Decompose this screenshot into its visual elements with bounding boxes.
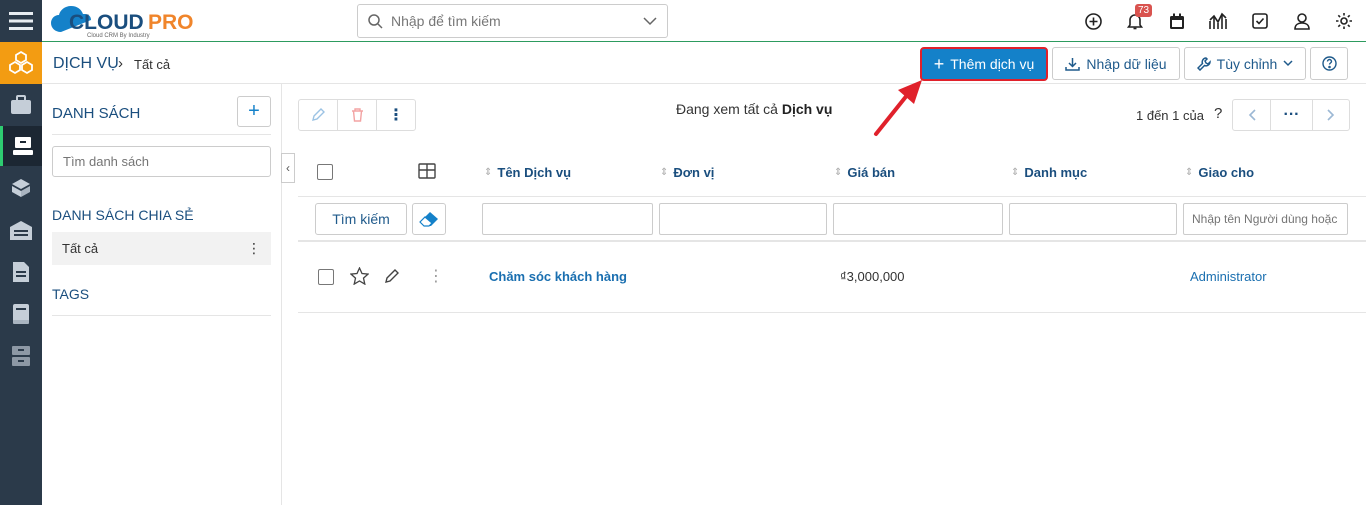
mass-action-group: ⋮	[298, 99, 416, 131]
notification-badge: 73	[1135, 4, 1153, 17]
user-icon[interactable]	[1292, 11, 1312, 31]
viewing-module: Dịch vụ	[781, 101, 833, 117]
sort-icon: ⇕	[1011, 167, 1020, 178]
annotation-arrow-icon	[874, 80, 922, 136]
breadcrumb-filter: Tất cả	[134, 57, 171, 72]
cloudpro-logo[interactable]: CLOUD PRO Cloud CRM By Industry	[47, 2, 207, 40]
add-service-label: Thêm dịch vụ	[950, 56, 1035, 72]
sort-icon: ⇕	[1185, 167, 1194, 178]
sort-icon: ⇕	[834, 167, 843, 178]
star-icon[interactable]	[350, 267, 369, 285]
column-header-category[interactable]: ⇕ Danh mục	[1011, 165, 1087, 180]
list-panel-title: DANH SÁCH	[52, 105, 141, 122]
breadcrumb-module[interactable]: DỊCH VỤ	[53, 55, 119, 73]
column-layout-icon[interactable]	[418, 163, 436, 179]
viewing-prefix: Đang xem tất cả	[676, 101, 778, 117]
sort-icon: ⇕	[660, 167, 669, 178]
column-header-price[interactable]: ⇕ Giá bán	[834, 165, 895, 180]
gear-icon[interactable]	[1334, 11, 1354, 31]
shared-lists-title: DANH SÁCH CHIA SẺ	[52, 207, 194, 223]
product-box-icon[interactable]	[0, 126, 42, 166]
import-button[interactable]: Nhập dữ liệu	[1052, 47, 1180, 80]
svg-text:PRO: PRO	[148, 11, 194, 34]
boxes-icon[interactable]	[0, 167, 42, 207]
search-icon	[368, 13, 383, 29]
tags-title: TAGS	[52, 286, 90, 302]
add-list-button[interactable]: +	[237, 96, 271, 127]
top-header: CLOUD PRO Cloud CRM By Industry 73	[42, 0, 1366, 42]
filter-name-input[interactable]	[482, 203, 653, 235]
column-header-assignee[interactable]: ⇕ Giao cho	[1185, 165, 1254, 180]
assignee-link[interactable]: Administrator	[1190, 269, 1267, 284]
page-jump-button[interactable]: ···	[1271, 100, 1313, 130]
divider	[52, 315, 271, 316]
document-icon[interactable]	[0, 252, 42, 292]
list-item-all[interactable]: Tất cả ⋮	[52, 232, 271, 265]
edit-pencil-icon[interactable]	[299, 100, 338, 130]
filter-price-input[interactable]	[833, 203, 1003, 235]
customize-dropdown[interactable]: Tùy chỉnh	[1184, 47, 1306, 80]
more-vertical-icon[interactable]: ⋮	[377, 100, 415, 130]
filter-category-input[interactable]	[1009, 203, 1177, 235]
download-icon	[1065, 57, 1081, 71]
divider	[52, 134, 271, 135]
row-checkbox[interactable]	[318, 269, 334, 285]
search-button[interactable]: Tìm kiếm	[315, 203, 407, 235]
chevron-down-icon[interactable]	[643, 16, 657, 26]
list-search-input[interactable]	[52, 146, 271, 177]
wrench-icon	[1196, 56, 1211, 71]
divider	[298, 312, 1366, 313]
plus-icon: +	[933, 54, 945, 74]
clear-filter-button[interactable]	[412, 203, 446, 235]
sort-icon: ⇕	[484, 167, 493, 178]
global-search[interactable]	[357, 4, 668, 38]
chevron-down-icon	[1283, 60, 1293, 67]
filter-assignee-input[interactable]	[1183, 203, 1348, 235]
book-icon[interactable]	[0, 294, 42, 334]
more-vertical-icon[interactable]: ⋮	[247, 240, 261, 257]
svg-text:Cloud CRM By Industry: Cloud CRM By Industry	[87, 33, 150, 39]
customize-label: Tùy chỉnh	[1216, 55, 1278, 72]
module-header: DỊCH VỤ › Tất cả + Thêm dịch vụ Nhập dữ …	[42, 43, 1366, 84]
column-header-unit[interactable]: ⇕ Đơn vị	[660, 165, 714, 180]
help-circle-icon	[1321, 56, 1337, 71]
import-label: Nhập dữ liệu	[1086, 55, 1167, 72]
collapse-panel-button[interactable]: ‹	[281, 153, 295, 183]
list-item-label: Tất cả	[62, 241, 99, 256]
delete-trash-icon[interactable]	[338, 100, 377, 130]
divider	[298, 240, 1366, 242]
add-service-button[interactable]: + Thêm dịch vụ	[920, 47, 1048, 81]
app-sidebar	[0, 0, 42, 505]
filter-unit-input[interactable]	[659, 203, 827, 235]
edit-pencil-icon[interactable]	[384, 268, 400, 284]
next-page-button[interactable]	[1313, 100, 1349, 130]
menu-icon[interactable]	[0, 0, 42, 42]
breadcrumb-separator: ›	[118, 55, 123, 72]
list-panel: DANH SÁCH + DANH SÁCH CHIA SẺ Tất cả ⋮ T…	[42, 84, 282, 505]
service-price: ₫3,000,000	[840, 269, 905, 284]
briefcase-icon[interactable]	[0, 85, 42, 125]
task-checkbox-icon[interactable]	[1250, 11, 1270, 31]
pagination-controls: ···	[1232, 99, 1350, 131]
service-name-link[interactable]: Chăm sóc khách hàng	[489, 269, 627, 284]
column-header-name[interactable]: ⇕ Tên Dịch vụ	[484, 165, 571, 180]
viewing-label: Đang xem tất cả Dịch vụ	[676, 101, 832, 117]
calendar-icon[interactable]	[1167, 11, 1187, 31]
pagination-range: 1 đến 1 của	[1136, 108, 1204, 123]
divider	[298, 196, 1366, 197]
add-circle-icon[interactable]	[1083, 11, 1103, 31]
help-button[interactable]	[1310, 47, 1348, 80]
svg-text:CLOUD: CLOUD	[69, 11, 144, 34]
chevron-left-icon: ‹	[286, 161, 290, 175]
search-input[interactable]	[391, 13, 631, 29]
chart-icon[interactable]	[1208, 11, 1228, 31]
select-all-checkbox[interactable]	[317, 164, 333, 180]
warehouse-icon[interactable]	[0, 210, 42, 250]
pagination-help[interactable]: ?	[1214, 105, 1222, 122]
eraser-icon	[419, 211, 439, 227]
more-vertical-icon[interactable]: ⋮	[428, 266, 444, 286]
home-cubes-icon[interactable]	[0, 42, 42, 84]
prev-page-button[interactable]	[1233, 100, 1271, 130]
archive-icon[interactable]	[0, 336, 42, 376]
